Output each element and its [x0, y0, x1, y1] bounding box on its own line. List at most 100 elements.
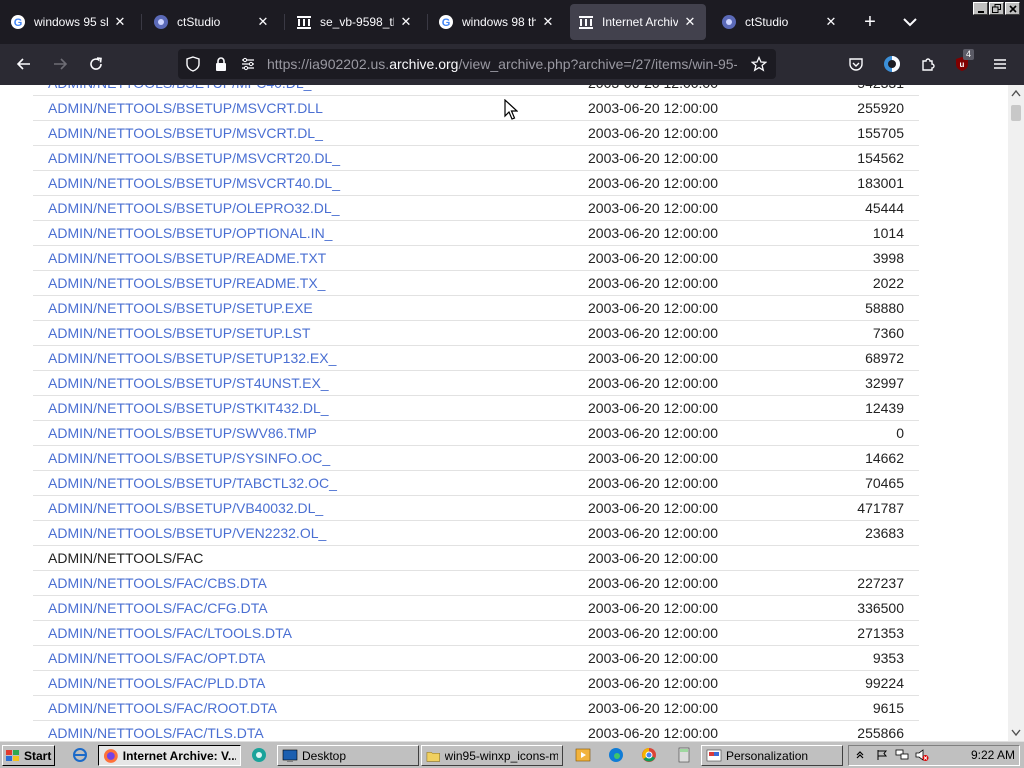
table-row: ADMIN/NETTOOLS/BSETUP/VB40032.DL_ 2003-06… — [33, 496, 919, 521]
file-link[interactable]: ADMIN/NETTOOLS/FAC/TLS.DTA — [48, 721, 264, 741]
file-link[interactable]: ADMIN/NETTOOLS/BSETUP/MSVCRT20.DL_ — [48, 146, 340, 170]
quicklaunch-calculator-icon[interactable] — [676, 747, 692, 763]
clock[interactable]: 9:22 AM — [971, 746, 1015, 765]
file-link[interactable]: ADMIN/NETTOOLS/FAC/ROOT.DTA — [48, 696, 277, 720]
tab-windows-95-shell[interactable]: G windows 95 shell ✕ — [2, 4, 136, 40]
new-tab-button[interactable]: + — [858, 10, 882, 34]
file-size: 32997 — [865, 375, 904, 391]
file-date: 2003-06-20 12:00:00 — [588, 700, 718, 716]
table-row: ADMIN/NETTOOLS/BSETUP/README.TX_ 2003-06-… — [33, 271, 919, 296]
dark-reader-icon — [884, 56, 900, 72]
quicklaunch-edge-icon[interactable] — [608, 747, 624, 763]
archive-icon — [296, 14, 312, 30]
tab-windows-98-themes[interactable]: G windows 98 them ✕ — [430, 4, 564, 40]
file-link[interactable]: ADMIN/NETTOOLS/BSETUP/OPTIONAL.IN_ — [48, 221, 332, 245]
scroll-thumb[interactable] — [1011, 105, 1021, 121]
file-link[interactable]: ADMIN/NETTOOLS/BSETUP/ST4UNST.EX_ — [48, 371, 329, 395]
restore-button[interactable] — [989, 2, 1004, 15]
close-icon[interactable]: ✕ — [540, 14, 556, 30]
forward-button[interactable] — [48, 52, 72, 76]
scroll-up-button[interactable] — [1008, 85, 1024, 101]
pocket-button[interactable] — [844, 52, 868, 76]
file-link[interactable]: ADMIN/NETTOOLS/FAC/CBS.DTA — [48, 571, 267, 595]
close-icon[interactable]: ✕ — [823, 14, 839, 30]
file-link[interactable]: ADMIN/NETTOOLS/BSETUP/SETUP132.EX_ — [48, 346, 336, 370]
close-icon[interactable]: ✕ — [682, 14, 698, 30]
file-date: 2003-06-20 12:00:00 — [588, 225, 718, 241]
file-link[interactable]: ADMIN/NETTOOLS/BSETUP/OLEPRO32.DL_ — [48, 196, 340, 220]
file-size: 3998 — [872, 250, 904, 266]
arrow-right-icon — [54, 58, 68, 70]
quicklaunch-ie-icon[interactable] — [72, 747, 88, 763]
taskbar-button-desktop[interactable]: Desktop — [277, 745, 419, 766]
close-icon[interactable]: ✕ — [112, 14, 128, 30]
url-bar[interactable]: https://ia902202.us.archive.org/view_arc… — [178, 49, 776, 79]
vertical-scrollbar[interactable] — [1008, 85, 1024, 741]
url-text[interactable]: https://ia902202.us.archive.org/view_arc… — [267, 49, 737, 79]
file-link[interactable]: ADMIN/NETTOOLS/BSETUP/MFC40.DL_ — [48, 85, 311, 95]
reload-button[interactable] — [84, 52, 108, 76]
file-date: 2003-06-20 12:00:00 — [588, 650, 718, 666]
file-link[interactable]: ADMIN/NETTOOLS/BSETUP/MSVCRT.DLL — [48, 96, 323, 120]
tab-ctstudio[interactable]: ctStudio ✕ — [145, 4, 279, 40]
list-all-tabs-button[interactable] — [898, 10, 922, 34]
file-size: 471787 — [857, 500, 904, 516]
file-link[interactable]: ADMIN/NETTOOLS/BSETUP/VB40032.DL_ — [48, 496, 323, 520]
file-date: 2003-06-20 12:00:00 — [588, 85, 718, 95]
start-button[interactable]: Start — [2, 745, 55, 766]
reload-icon — [90, 57, 102, 70]
volume-muted-icon[interactable] — [915, 748, 929, 762]
table-row: ADMIN/NETTOOLS/BSETUP/SYSINFO.OC_ 2003-06… — [33, 446, 919, 471]
file-link[interactable]: ADMIN/NETTOOLS/FAC/OPT.DTA — [48, 646, 265, 670]
window-close-button[interactable] — [1005, 2, 1020, 15]
quicklaunch-chrome-icon[interactable] — [641, 747, 657, 763]
file-size: 227237 — [857, 575, 904, 591]
bookmark-star-icon[interactable] — [751, 56, 767, 72]
start-label: Start — [24, 748, 52, 763]
file-link[interactable]: ADMIN/NETTOOLS/BSETUP/README.TXT — [48, 246, 326, 270]
close-icon[interactable]: ✕ — [398, 14, 414, 30]
file-link[interactable]: ADMIN/NETTOOLS/FAC/PLD.DTA — [48, 671, 265, 695]
file-link[interactable]: ADMIN/NETTOOLS/BSETUP/TABCTL32.OC_ — [48, 471, 337, 495]
quicklaunch-media-icon[interactable] — [575, 747, 591, 763]
file-link[interactable]: ADMIN/NETTOOLS/BSETUP/SYSINFO.OC_ — [48, 446, 330, 470]
url-host: archive.org — [389, 56, 459, 72]
tray-expand-icon[interactable] — [853, 748, 867, 762]
file-date: 2003-06-20 12:00:00 — [588, 250, 718, 266]
app-menu-button[interactable] — [988, 52, 1012, 76]
file-link[interactable]: ADMIN/NETTOOLS/BSETUP/MSVCRT.DL_ — [48, 121, 323, 145]
extensions-button[interactable] — [916, 52, 940, 76]
taskbar-button-icons-folder[interactable]: win95-winxp_icons-m... — [421, 745, 563, 766]
lock-icon[interactable] — [213, 56, 229, 72]
file-link[interactable]: ADMIN/NETTOOLS/BSETUP/SWV86.TMP — [48, 421, 317, 445]
tab-internet-archive[interactable]: Internet Archive ✕ — [570, 4, 706, 40]
back-button[interactable] — [12, 52, 36, 76]
archive-listing-page: ADMIN/NETTOOLS/BSETUP/MFC40.DL_ 2003-06-2… — [0, 85, 1008, 741]
close-icon[interactable]: ✕ — [255, 14, 271, 30]
flag-icon[interactable] — [875, 748, 889, 762]
file-date: 2003-06-20 12:00:00 — [588, 500, 718, 516]
file-link[interactable]: ADMIN/NETTOOLS/BSETUP/STKIT432.DL_ — [48, 396, 329, 420]
scroll-down-button[interactable] — [1008, 725, 1024, 741]
folder-icon — [426, 751, 440, 762]
tab-se-vb-9598-theme[interactable]: se_vb-9598_them ✕ — [288, 4, 422, 40]
tab-ctstudio-2[interactable]: ctStudio ✕ — [713, 4, 847, 40]
file-link[interactable]: ADMIN/NETTOOLS/BSETUP/SETUP.EXE — [48, 296, 313, 320]
file-link[interactable]: ADMIN/NETTOOLS/BSETUP/MSVCRT40.DL_ — [48, 171, 340, 195]
ublock-button[interactable]: u 4 — [952, 49, 976, 76]
quicklaunch-app-icon[interactable] — [251, 747, 267, 763]
file-link[interactable]: ADMIN/NETTOOLS/BSETUP/README.TX_ — [48, 271, 325, 295]
network-icon[interactable] — [895, 748, 909, 762]
taskbar-button-internet-archive[interactable]: Internet Archive: V... — [98, 745, 241, 766]
file-link[interactable]: ADMIN/NETTOOLS/FAC/LTOOLS.DTA — [48, 621, 292, 645]
permissions-icon[interactable] — [240, 56, 256, 72]
file-link[interactable]: ADMIN/NETTOOLS/BSETUP/SETUP.LST — [48, 321, 310, 345]
table-row: ADMIN/NETTOOLS/BSETUP/ST4UNST.EX_ 2003-06… — [33, 371, 919, 396]
table-row: ADMIN/NETTOOLS/BSETUP/README.TXT 2003-06-… — [33, 246, 919, 271]
file-link[interactable]: ADMIN/NETTOOLS/FAC/CFG.DTA — [48, 596, 268, 620]
file-link[interactable]: ADMIN/NETTOOLS/BSETUP/VEN2232.OL_ — [48, 521, 326, 545]
minimize-button[interactable] — [973, 2, 988, 15]
taskbar-button-personalization[interactable]: Personalization — [701, 745, 843, 766]
dark-reader-button[interactable] — [880, 52, 904, 76]
shield-icon[interactable] — [185, 56, 201, 72]
